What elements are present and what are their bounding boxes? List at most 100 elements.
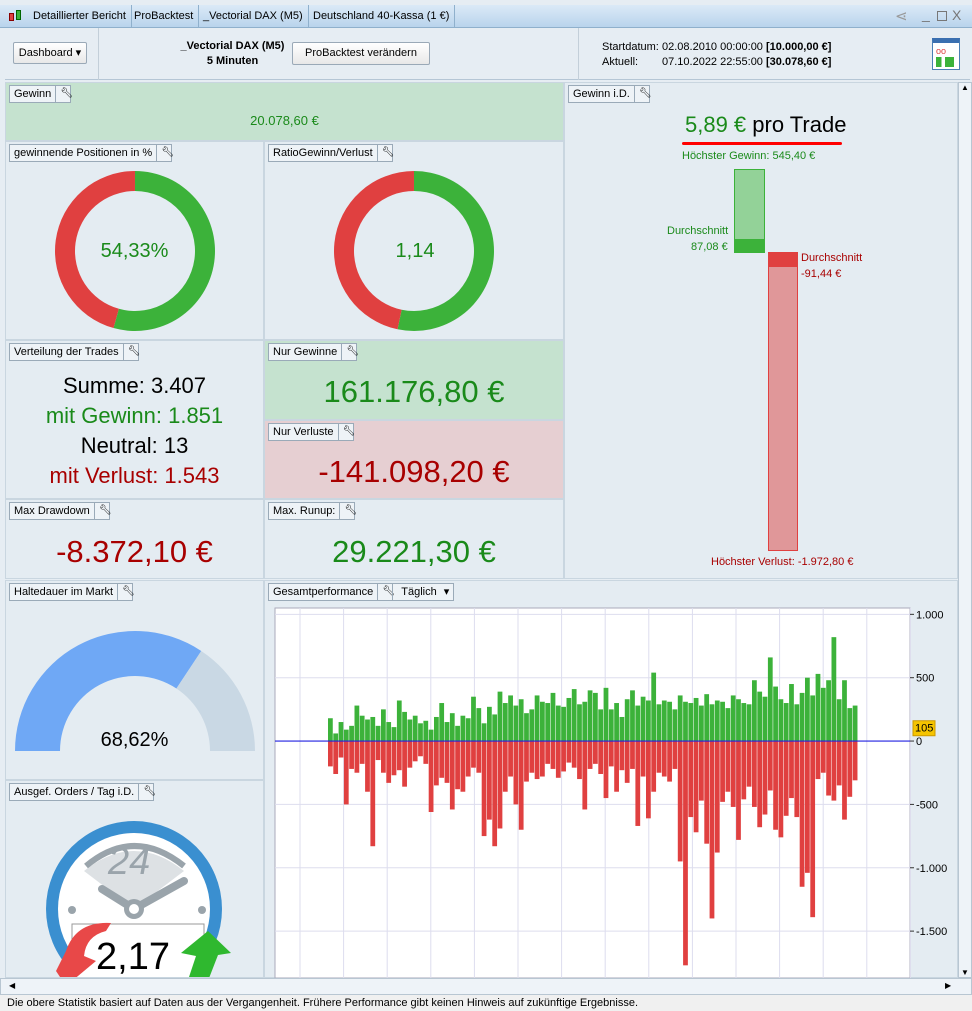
wrench-icon[interactable]: 🔧︎ bbox=[93, 503, 112, 519]
avg-loss-bar bbox=[768, 252, 798, 267]
wrench-icon[interactable]: 🔧︎ bbox=[339, 503, 357, 519]
loss-bar bbox=[640, 741, 646, 777]
winning-trades: mit Gewinn: 1.851 bbox=[45, 403, 224, 428]
gain-bar bbox=[667, 701, 672, 742]
tab-system[interactable]: _Vectorial DAX (M5) bbox=[198, 5, 309, 28]
loss-bar bbox=[773, 741, 778, 830]
loss-bar bbox=[534, 741, 540, 780]
loss-bar bbox=[608, 741, 614, 767]
tab-detailed-report[interactable]: Detaillierter Bericht bbox=[28, 5, 132, 28]
change-backtest-button[interactable]: ProBacktest verändern bbox=[292, 42, 430, 65]
tab-probacktest[interactable]: ProBacktest bbox=[129, 5, 200, 28]
loss-bar bbox=[725, 741, 731, 792]
current-date: 07.10.2022 22:55:00 bbox=[662, 56, 763, 68]
loss-bar bbox=[359, 741, 365, 764]
minimize-icon[interactable]: _ bbox=[922, 6, 930, 22]
wrench-icon[interactable]: 🔧︎ bbox=[337, 424, 355, 440]
loss-bar bbox=[418, 741, 423, 757]
gain-bar bbox=[555, 705, 561, 742]
candlestick-icon bbox=[8, 10, 22, 23]
gain-bar bbox=[730, 695, 736, 742]
gain-bar bbox=[630, 690, 635, 742]
panel-gewinn: Gewinn 🔧︎ 20.078,60 € bbox=[5, 82, 564, 141]
loss-bar bbox=[646, 741, 651, 819]
tab-instrument[interactable]: Deutschland 40-Kassa (1 €) bbox=[308, 5, 456, 28]
gain-bar bbox=[608, 709, 614, 742]
wrench-icon[interactable]: 🔧︎ bbox=[122, 344, 140, 360]
start-label: Startdatum: bbox=[602, 41, 659, 53]
gain-bar bbox=[720, 701, 725, 742]
gain-bar bbox=[842, 680, 847, 742]
clock-label: 24 bbox=[108, 841, 151, 883]
panel-time-in-market: Haltedauer im Markt 🔧︎ 68,62% bbox=[5, 580, 264, 780]
close-icon[interactable]: X bbox=[952, 7, 961, 23]
loss-bar bbox=[465, 741, 471, 777]
loss-bar bbox=[455, 741, 460, 790]
gain-bar bbox=[614, 703, 619, 742]
panel-ratio: RatioGewinn/Verlust 🔧︎ 1,14 bbox=[264, 141, 564, 340]
loss-bar bbox=[561, 741, 566, 772]
gain-bar bbox=[460, 715, 466, 742]
gain-bar bbox=[826, 680, 831, 742]
loss-bar bbox=[328, 741, 333, 767]
total-trades: Summe: 3.407 bbox=[62, 373, 207, 398]
gain-bar bbox=[513, 705, 519, 742]
current-capital: [30.078,60 €] bbox=[766, 56, 832, 68]
title-label: Gesamtperformance bbox=[273, 586, 374, 598]
gain-bar bbox=[418, 723, 423, 742]
gain-bar bbox=[805, 677, 810, 742]
loss-bar bbox=[799, 741, 805, 887]
loss-bar bbox=[333, 741, 339, 774]
period-dropdown[interactable]: Täglich ▾ bbox=[392, 584, 453, 600]
loss-bar bbox=[704, 741, 710, 844]
wrench-icon[interactable]: 🔧︎ bbox=[55, 86, 73, 102]
wrench-icon[interactable]: 🔧︎ bbox=[633, 86, 652, 102]
red-underline bbox=[682, 142, 842, 145]
dashboard-dropdown[interactable]: Dashboard ▾ bbox=[13, 42, 87, 64]
gain-bar bbox=[815, 673, 821, 742]
loss-bar bbox=[630, 741, 635, 769]
gain-bar bbox=[524, 713, 529, 742]
win-percent-value: 54,33% bbox=[100, 240, 169, 262]
loss-bar bbox=[555, 741, 561, 778]
gain-bar bbox=[789, 684, 794, 742]
loss-bar bbox=[683, 741, 688, 966]
gain-bar bbox=[778, 699, 784, 742]
timeframe: 5 Minuten bbox=[206, 55, 259, 67]
gain-bar bbox=[566, 697, 572, 742]
gain-bar bbox=[693, 697, 699, 742]
loss-bar bbox=[810, 741, 816, 918]
gain-bar bbox=[603, 687, 609, 742]
panel-title: Gewinn i.D. 🔧︎ bbox=[568, 85, 652, 103]
loss-bar bbox=[741, 741, 747, 800]
loss-bar bbox=[836, 741, 842, 786]
report-settings-icon[interactable]: oo bbox=[932, 38, 960, 70]
loss-bar bbox=[778, 741, 784, 838]
loss-bar bbox=[672, 741, 678, 769]
panel-title: Nur Verluste 🔧︎ bbox=[268, 423, 355, 441]
wrench-icon[interactable]: 🔧︎ bbox=[377, 584, 395, 600]
share-icon[interactable]: ⋖ bbox=[895, 7, 908, 25]
performance-chart: 1.000 500 0 -500 -1.000 -1.500 105 bbox=[274, 607, 947, 978]
loss-bar bbox=[338, 741, 344, 758]
per-trade-heading: 5,89 € pro Trade bbox=[685, 112, 846, 138]
panel-trade-distribution: Verteilung der Trades 🔧︎ Summe: 3.407 mit… bbox=[5, 340, 264, 499]
gain-bar bbox=[370, 716, 376, 742]
vertical-scrollbar[interactable]: ▲ ▼ bbox=[958, 82, 972, 978]
gain-bar bbox=[333, 733, 339, 742]
gain-bar bbox=[677, 695, 683, 742]
current-value-label: 105 bbox=[915, 723, 933, 735]
wrench-icon[interactable]: 🔧︎ bbox=[341, 344, 359, 360]
gain-bar bbox=[651, 672, 657, 742]
horizontal-scrollbar[interactable]: ◀ ▶ bbox=[0, 978, 972, 995]
loss-bar bbox=[757, 741, 763, 828]
gewinn-value: 20.078,60 € bbox=[250, 113, 319, 128]
loss-bar bbox=[428, 741, 434, 813]
loss-bar bbox=[624, 741, 630, 783]
losing-trades: mit Verlust: 1.543 bbox=[49, 463, 220, 488]
gain-bar bbox=[836, 699, 842, 742]
maximize-icon[interactable] bbox=[937, 11, 947, 21]
gain-bar bbox=[646, 700, 651, 742]
loss-bar bbox=[518, 741, 524, 830]
loss-bar bbox=[407, 741, 413, 768]
